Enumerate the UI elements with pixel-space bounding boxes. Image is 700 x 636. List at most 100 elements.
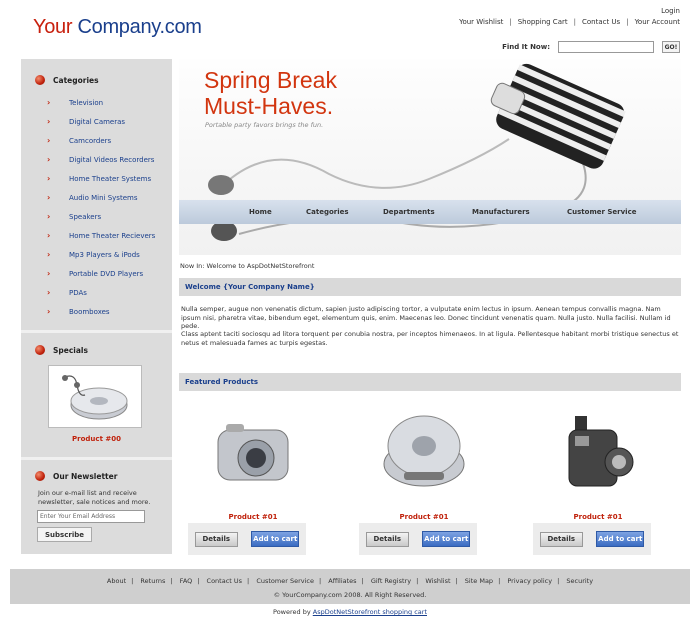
breadcrumb: Now In: Welcome to AspDotNetStorefront — [180, 262, 315, 270]
categories-box: Categories › Television › Digital Cameras … — [21, 59, 172, 329]
hero-banner[interactable]: Spring Break Must-Haves. Portable party … — [179, 59, 681, 255]
nav-categories[interactable]: Categories — [306, 208, 349, 216]
search-input[interactable] — [558, 41, 654, 53]
your-account-link[interactable]: Your Account — [635, 18, 680, 26]
footer-affiliates-link[interactable]: Affiliates — [328, 577, 356, 585]
product-image[interactable] — [188, 400, 318, 505]
product-image[interactable] — [359, 400, 489, 505]
categories-heading: Categories — [35, 75, 99, 85]
category-label: Camcorders — [69, 136, 112, 145]
arrow-icon: › — [47, 250, 51, 259]
footer-gift-registry-link[interactable]: Gift Registry — [371, 577, 411, 585]
category-audio-mini-systems[interactable]: › Audio Mini Systems — [47, 188, 155, 207]
add-to-cart-button[interactable]: Add to cart — [596, 531, 645, 547]
separator: | — [361, 577, 364, 585]
red-bullet-icon — [35, 75, 45, 85]
sidebar: Categories › Television › Digital Cameras … — [21, 59, 172, 554]
nav-manufacturers[interactable]: Manufacturers — [472, 208, 530, 216]
category-pdas[interactable]: › PDAs — [47, 283, 155, 302]
category-camcorders[interactable]: › Camcorders — [47, 131, 155, 150]
product-name[interactable]: Product #01 — [533, 513, 663, 521]
shopping-cart-link[interactable]: Shopping Cart — [518, 18, 568, 26]
product-image[interactable] — [533, 400, 663, 505]
category-mp3-players[interactable]: › Mp3 Players & iPods — [47, 245, 155, 264]
special-product-name[interactable]: Product #00 — [21, 435, 172, 443]
arrow-icon: › — [47, 136, 51, 145]
details-button[interactable]: Details — [194, 531, 238, 547]
red-bullet-icon — [35, 345, 45, 355]
category-home-theater-systems[interactable]: › Home Theater Systems — [47, 169, 155, 188]
banner-line2: Must-Haves. — [204, 93, 334, 119]
login-link[interactable]: Login — [661, 7, 680, 15]
add-to-cart-button[interactable]: Add to cart — [422, 531, 471, 547]
newsletter-email-field[interactable]: Enter Your Email Address — [37, 510, 145, 523]
subscribe-button[interactable]: Subscribe — [37, 527, 92, 542]
separator: | — [319, 577, 322, 585]
footer-security-link[interactable]: Security — [566, 577, 593, 585]
powered-by: Powered by AspDotNetStorefront shopping … — [0, 608, 700, 616]
category-list: › Television › Digital Cameras › Camcorders… — [47, 93, 155, 321]
newsletter-text: Join our e-mail list and receive newslet… — [38, 489, 151, 506]
product-actions: Details Add to cart — [533, 523, 651, 555]
specials-title: Specials — [53, 345, 88, 355]
category-digital-cameras[interactable]: › Digital Cameras — [47, 112, 155, 131]
add-to-cart-button[interactable]: Add to cart — [251, 531, 300, 547]
category-label: Home Theater Systems — [69, 174, 152, 183]
footer-contact-link[interactable]: Contact Us — [207, 577, 243, 585]
footer-site-map-link[interactable]: Site Map — [465, 577, 493, 585]
category-label: PDAs — [69, 288, 87, 297]
search-go-button[interactable]: GO! — [662, 41, 680, 53]
specials-heading: Specials — [35, 345, 88, 355]
category-television[interactable]: › Television — [47, 93, 155, 112]
welcome-heading: Welcome {Your Company Name} — [179, 278, 681, 296]
category-portable-dvd-players[interactable]: › Portable DVD Players — [47, 264, 155, 283]
nav-home[interactable]: Home — [249, 208, 272, 216]
product-actions: Details Add to cart — [359, 523, 477, 555]
powered-by-link[interactable]: AspDotNetStorefront shopping cart — [313, 608, 427, 616]
wishlist-link[interactable]: Your Wishlist — [459, 18, 503, 26]
camcorder-icon — [568, 415, 634, 486]
separator: | — [455, 577, 458, 585]
category-digital-video-recorders[interactable]: › Digital Videos Recorders — [47, 150, 155, 169]
category-label: Speakers — [69, 212, 102, 221]
banner-subtitle: Portable party favors brings the fun. — [205, 121, 324, 129]
contact-us-link[interactable]: Contact Us — [582, 18, 620, 26]
category-boomboxes[interactable]: › Boomboxes — [47, 302, 155, 321]
banner-headline: Spring Break Must-Haves. — [204, 67, 337, 119]
main-nav: Home Categories Departments Manufacturer… — [179, 200, 681, 224]
category-label: Mp3 Players & iPods — [69, 250, 140, 259]
footer-customer-service-link[interactable]: Customer Service — [256, 577, 314, 585]
nav-customer-service[interactable]: Customer Service — [567, 208, 636, 216]
footer-wishlist-link[interactable]: Wishlist — [425, 577, 450, 585]
category-speakers[interactable]: › Speakers — [47, 207, 155, 226]
site-logo[interactable]: Your Company.com — [33, 16, 202, 39]
product-card: Product #01 — [533, 400, 663, 521]
divider — [21, 457, 172, 460]
separator: | — [131, 577, 134, 585]
category-home-theater-receivers[interactable]: › Home Theater Recievers — [47, 226, 155, 245]
category-label: Portable DVD Players — [69, 269, 144, 278]
arrow-icon: › — [47, 212, 51, 221]
category-label: Audio Mini Systems — [69, 193, 138, 202]
banner-line1: Spring Break — [204, 67, 337, 93]
footer-about-link[interactable]: About — [107, 577, 126, 585]
arrow-icon: › — [47, 98, 51, 107]
separator: | — [498, 577, 501, 585]
product-name[interactable]: Product #01 — [188, 513, 318, 521]
details-button[interactable]: Details — [365, 531, 409, 547]
welcome-paragraph-2: Class aptent taciti sociosqu ad litora t… — [181, 330, 679, 347]
special-product-image[interactable] — [48, 365, 142, 428]
product-name[interactable]: Product #01 — [359, 513, 489, 521]
logo-company: Company.com — [77, 16, 202, 38]
red-bullet-icon — [35, 471, 45, 481]
footer-returns-link[interactable]: Returns — [140, 577, 165, 585]
arrow-icon: › — [47, 269, 51, 278]
footer-privacy-link[interactable]: Privacy policy — [507, 577, 552, 585]
nav-departments[interactable]: Departments — [383, 208, 435, 216]
category-label: Digital Videos Recorders — [69, 155, 155, 164]
copyright: © YourCompany.com 2008. All Right Reserv… — [273, 591, 427, 599]
footer-faq-link[interactable]: FAQ — [180, 577, 193, 585]
category-label: Boomboxes — [69, 307, 110, 316]
details-button[interactable]: Details — [539, 531, 583, 547]
separator: | — [509, 18, 512, 26]
